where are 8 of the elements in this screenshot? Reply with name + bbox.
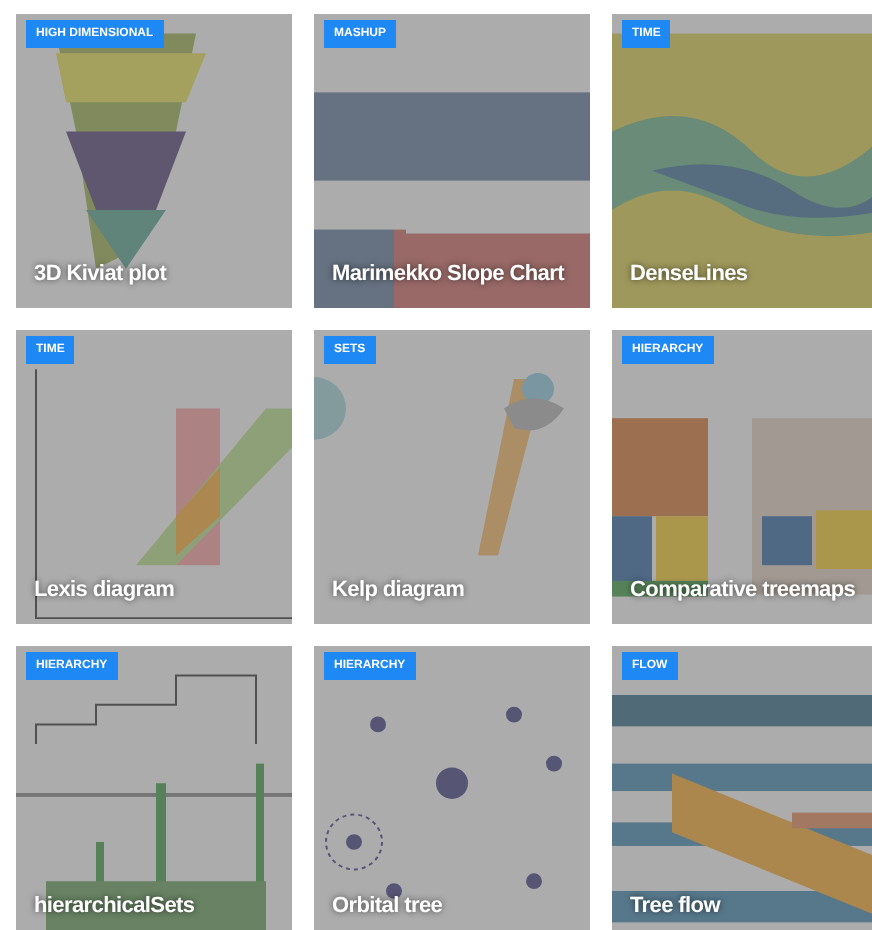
card-title: Orbital tree (332, 896, 445, 920)
card-title: Comparative treemaps (630, 580, 858, 604)
card-title: DenseLines (630, 264, 750, 288)
card-title: Marimekko Slope Chart (332, 264, 567, 288)
card-title: Kelp diagram (332, 580, 467, 604)
card-title: 3D Kiviat plot (34, 264, 169, 288)
card-title: hierarchicalSets (34, 896, 197, 920)
card-title: Tree flow (630, 896, 723, 920)
